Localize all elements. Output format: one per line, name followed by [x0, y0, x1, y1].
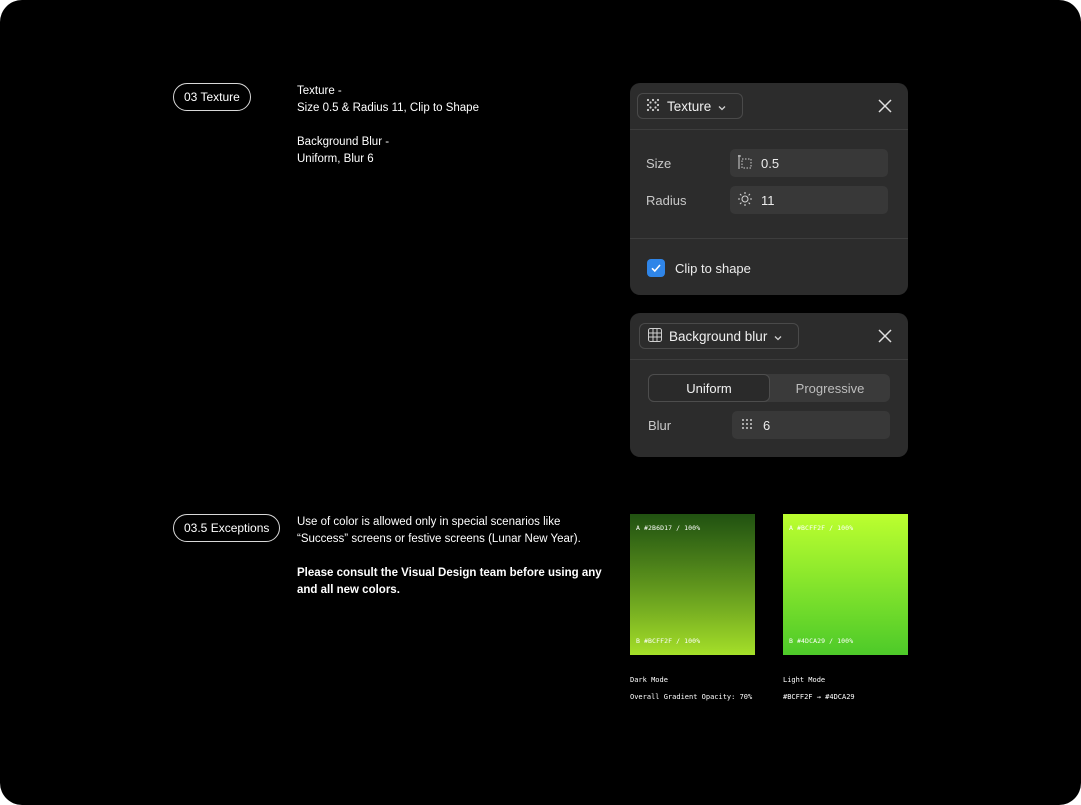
swatch-top-label: A #2B6D17 / 100% [636, 524, 701, 532]
exceptions-note: Use of color is allowed only in special … [297, 514, 607, 599]
texture-panel: Texture Size 0.5 Radius 11 Clip to shape [630, 83, 908, 295]
exceptions-note-bold: and all new colors. [297, 584, 400, 596]
gradient-swatch-light: A #BCFF2F / 100% B #4DCA29 / 100% [783, 514, 908, 655]
texture-note-line: Size 0.5 & Radius 11, Clip to Shape [297, 102, 479, 114]
swatch-caption-dark-detail: Overall Gradient Opacity: 70% [630, 693, 753, 701]
exceptions-note-line: Use of color is allowed only in special … [297, 516, 561, 528]
swatch-caption-dark-title: Dark Mode [630, 676, 668, 684]
background-blur-panel: Background blur Uniform Progressive Blur [630, 313, 908, 457]
swatch-bottom-label: B #BCFF2F / 100% [636, 637, 701, 645]
swatch-caption-light-detail: #BCFF2F → #4DCA29 [783, 693, 855, 701]
blur-panel-header: Background blur [630, 313, 908, 360]
blur-label: Blur [648, 418, 672, 433]
section-tag-exceptions: 03.5 Exceptions [173, 514, 281, 542]
size-icon [737, 154, 753, 173]
dots-grid-icon [739, 416, 755, 435]
texture-note: Texture - Size 0.5 & Radius 11, Clip to … [297, 83, 597, 168]
blur-mode-segmented-control: Uniform Progressive [648, 374, 890, 402]
clip-checkbox[interactable] [647, 259, 665, 277]
radius-value: 11 [761, 192, 775, 208]
swatch-bottom-label: B #4DCA29 / 100% [789, 637, 854, 645]
panel-divider [630, 238, 908, 239]
blur-value: 6 [763, 417, 771, 433]
texture-note-line: Background Blur - [297, 136, 390, 148]
texture-icon [646, 98, 660, 115]
gradient-swatch-dark: A #2B6D17 / 100% B #BCFF2F / 100% [630, 514, 755, 655]
radius-input[interactable]: 11 [730, 186, 888, 214]
radius-row: Radius 11 [630, 186, 908, 214]
texture-dropdown-label: Texture [667, 98, 712, 114]
tab-uniform[interactable]: Uniform [648, 374, 770, 402]
size-input[interactable]: 0.5 [730, 149, 888, 177]
chevron-down-icon [774, 329, 782, 344]
radius-label: Radius [646, 193, 687, 208]
radius-icon [737, 191, 753, 210]
blur-type-dropdown[interactable]: Background blur [639, 323, 799, 349]
swatch-caption-light-title: Light Mode [783, 676, 826, 684]
exceptions-note-bold: Please consult the Visual Design team be… [297, 567, 602, 579]
blur-input[interactable]: 6 [732, 411, 890, 439]
texture-panel-header: Texture [630, 83, 908, 130]
blur-dropdown-label: Background blur [669, 328, 768, 344]
clip-row[interactable]: Clip to shape [647, 254, 908, 282]
clip-label: Clip to shape [675, 260, 751, 276]
texture-type-dropdown[interactable]: Texture [637, 93, 743, 119]
canvas-frame: 03 Texture Texture - Size 0.5 & Radius 1… [0, 0, 1081, 805]
chevron-down-icon [718, 99, 726, 114]
texture-note-line: Uniform, Blur 6 [297, 153, 374, 165]
size-value: 0.5 [761, 155, 780, 171]
exceptions-note-line: “Success” screens or festive screens (Lu… [297, 533, 581, 545]
close-icon[interactable] [878, 99, 892, 113]
grid-icon [648, 327, 662, 345]
section-tag-texture: 03 Texture [173, 83, 251, 111]
close-icon[interactable] [878, 329, 892, 343]
swatch-top-label: A #BCFF2F / 100% [789, 524, 854, 532]
size-label: Size [646, 156, 672, 171]
tab-progressive[interactable]: Progressive [770, 374, 890, 402]
blur-row: Blur 6 [630, 411, 908, 439]
texture-note-line: Texture - [297, 85, 342, 97]
size-row: Size 0.5 [630, 149, 908, 177]
